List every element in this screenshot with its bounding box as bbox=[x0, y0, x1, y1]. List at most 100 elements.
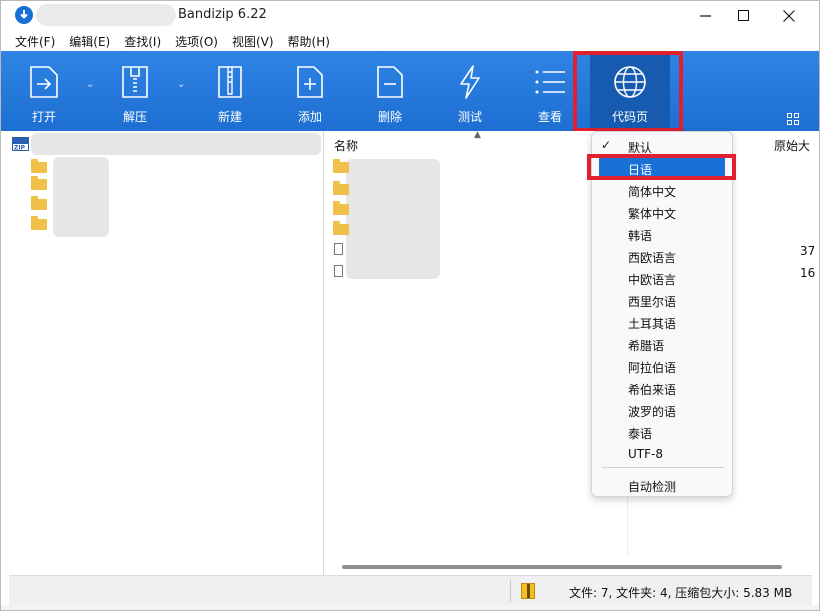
new-archive-icon bbox=[218, 66, 242, 98]
open-label: 打开 bbox=[31, 110, 56, 124]
svg-text:ZIP: ZIP bbox=[14, 145, 26, 152]
zip-archive-icon: ZIP bbox=[12, 137, 29, 151]
toolbar: 打开 ⌄ 解压 ⌄ 新建 添加 删除 测试 查看 代码页 bbox=[0, 51, 820, 131]
codepage-item-label: 希腊语 bbox=[628, 339, 665, 353]
test-button[interactable]: 测试 bbox=[435, 51, 505, 131]
folder-icon[interactable] bbox=[333, 159, 349, 173]
highlight-box-codepage bbox=[573, 51, 683, 132]
codepage-item-label: 泰语 bbox=[628, 427, 653, 441]
codepage-item-label: UTF-8 bbox=[628, 447, 663, 461]
codepage-item-label: 中欧语言 bbox=[628, 273, 677, 287]
codepage-dropdown-menu: ✓ 默认 日语 简体中文 繁体中文 韩语 西欧语言 中欧语言 西里尔语 土耳其语… bbox=[591, 131, 733, 497]
codepage-baltic[interactable]: 波罗的语 bbox=[592, 399, 732, 421]
title-redacted-area bbox=[36, 4, 176, 26]
extract-button[interactable]: 解压 bbox=[100, 51, 170, 131]
column-name[interactable]: 名称 bbox=[334, 137, 358, 154]
delete-file-icon bbox=[377, 66, 403, 98]
folder-icon[interactable] bbox=[333, 221, 349, 235]
column-header: 名称 ▲ 原始大 bbox=[326, 130, 812, 157]
close-button[interactable] bbox=[766, 0, 812, 31]
codepage-traditional-chinese[interactable]: 繁体中文 bbox=[592, 201, 732, 223]
menu-file[interactable]: 文件(F) bbox=[8, 31, 62, 51]
folder-icon[interactable] bbox=[31, 159, 47, 173]
folder-icon[interactable] bbox=[333, 181, 349, 195]
codepage-utf8[interactable]: UTF-8 bbox=[592, 443, 732, 465]
codepage-greek[interactable]: 希腊语 bbox=[592, 333, 732, 355]
delete-button[interactable]: 删除 bbox=[355, 51, 425, 131]
codepage-central-european[interactable]: 中欧语言 bbox=[592, 267, 732, 289]
folder-icon[interactable] bbox=[31, 216, 47, 230]
status-text: 文件: 7, 文件夹: 4, 压缩包大小: 5.83 MB bbox=[569, 586, 793, 600]
codepage-arabic[interactable]: 阿拉伯语 bbox=[592, 355, 732, 377]
codepage-thai[interactable]: 泰语 bbox=[592, 421, 732, 443]
file-icon[interactable] bbox=[334, 243, 343, 255]
codepage-item-label: 希伯来语 bbox=[628, 383, 677, 397]
test-label: 测试 bbox=[457, 110, 482, 124]
add-label: 添加 bbox=[297, 110, 322, 124]
codepage-cyrillic[interactable]: 西里尔语 bbox=[592, 289, 732, 311]
minimize-icon bbox=[699, 14, 711, 17]
maximize-button[interactable] bbox=[720, 0, 766, 31]
status-separator bbox=[510, 580, 511, 602]
maximize-icon bbox=[737, 10, 749, 21]
tree-items-redacted bbox=[53, 157, 109, 237]
horizontal-scrollbar[interactable] bbox=[342, 565, 782, 569]
add-file-icon bbox=[297, 66, 323, 98]
title-bar: Bandizip 6.22 bbox=[0, 0, 820, 31]
menu-options[interactable]: 选项(O) bbox=[168, 31, 225, 51]
codepage-item-label: 繁体中文 bbox=[628, 207, 677, 221]
test-icon bbox=[460, 65, 480, 99]
sort-ascending-icon: ▲ bbox=[474, 130, 481, 140]
extract-icon bbox=[122, 66, 148, 98]
menu-help[interactable]: 帮助(H) bbox=[281, 31, 337, 51]
window-title: Bandizip 6.22 bbox=[178, 7, 267, 22]
codepage-item-label: 波罗的语 bbox=[628, 405, 677, 419]
open-icon bbox=[30, 66, 58, 98]
codepage-item-label: 韩语 bbox=[628, 229, 653, 243]
close-icon bbox=[783, 9, 795, 22]
layout-grid-icon[interactable] bbox=[787, 113, 799, 125]
codepage-simplified-chinese[interactable]: 简体中文 bbox=[592, 179, 732, 201]
codepage-hebrew[interactable]: 希伯来语 bbox=[592, 377, 732, 399]
add-button[interactable]: 添加 bbox=[275, 51, 345, 131]
codepage-korean[interactable]: 韩语 bbox=[592, 223, 732, 245]
menu-bar: 文件(F) 编辑(E) 查找(I) 选项(O) 视图(V) 帮助(H) bbox=[0, 31, 820, 51]
codepage-western-european[interactable]: 西欧语言 bbox=[592, 245, 732, 267]
extract-label: 解压 bbox=[122, 110, 147, 124]
new-archive-button[interactable]: 新建 bbox=[195, 51, 265, 131]
archive-status-icon bbox=[521, 583, 535, 599]
codepage-item-label: 西欧语言 bbox=[628, 251, 677, 265]
column-original-size[interactable]: 原始大 bbox=[774, 137, 810, 154]
codepage-turkish[interactable]: 土耳其语 bbox=[592, 311, 732, 333]
highlight-box-japanese bbox=[587, 154, 736, 180]
menu-find[interactable]: 查找(I) bbox=[117, 31, 168, 51]
file-icon[interactable] bbox=[334, 265, 343, 277]
codepage-auto-detect[interactable]: 自动检测 bbox=[592, 474, 732, 496]
file-size-value: 16 bbox=[800, 266, 816, 280]
bandizip-app-icon bbox=[15, 6, 33, 24]
auto-detect-label: 自动检测 bbox=[628, 480, 677, 494]
archive-name-redacted bbox=[31, 133, 321, 155]
codepage-item-label: 简体中文 bbox=[628, 185, 677, 199]
view-icon bbox=[535, 70, 565, 94]
open-dropdown-icon[interactable]: ⌄ bbox=[86, 79, 94, 90]
codepage-item-label: 西里尔语 bbox=[628, 295, 677, 309]
status-bar: 文件: 7, 文件夹: 4, 压缩包大小: 5.83 MB bbox=[9, 575, 812, 605]
file-size-value: 37 bbox=[800, 244, 816, 258]
folder-icon[interactable] bbox=[31, 176, 47, 190]
codepage-item-label: 土耳其语 bbox=[628, 317, 677, 331]
codepage-item-label: 阿拉伯语 bbox=[628, 361, 677, 375]
file-list-pane[interactable]: 名称 ▲ 原始大 37 16 bbox=[326, 130, 816, 575]
open-button[interactable]: 打开 bbox=[9, 51, 79, 131]
extract-dropdown-icon[interactable]: ⌄ bbox=[177, 79, 185, 90]
delete-label: 删除 bbox=[377, 110, 402, 124]
taskbar-strip bbox=[0, 605, 820, 611]
checkmark-icon: ✓ bbox=[601, 138, 612, 152]
folder-icon[interactable] bbox=[31, 196, 47, 210]
new-archive-label: 新建 bbox=[217, 110, 242, 124]
folder-icon[interactable] bbox=[333, 201, 349, 215]
menu-separator bbox=[602, 467, 724, 468]
folder-tree-pane[interactable]: ZIP bbox=[9, 131, 324, 575]
menu-edit[interactable]: 编辑(E) bbox=[62, 31, 117, 51]
menu-view[interactable]: 视图(V) bbox=[225, 31, 281, 51]
